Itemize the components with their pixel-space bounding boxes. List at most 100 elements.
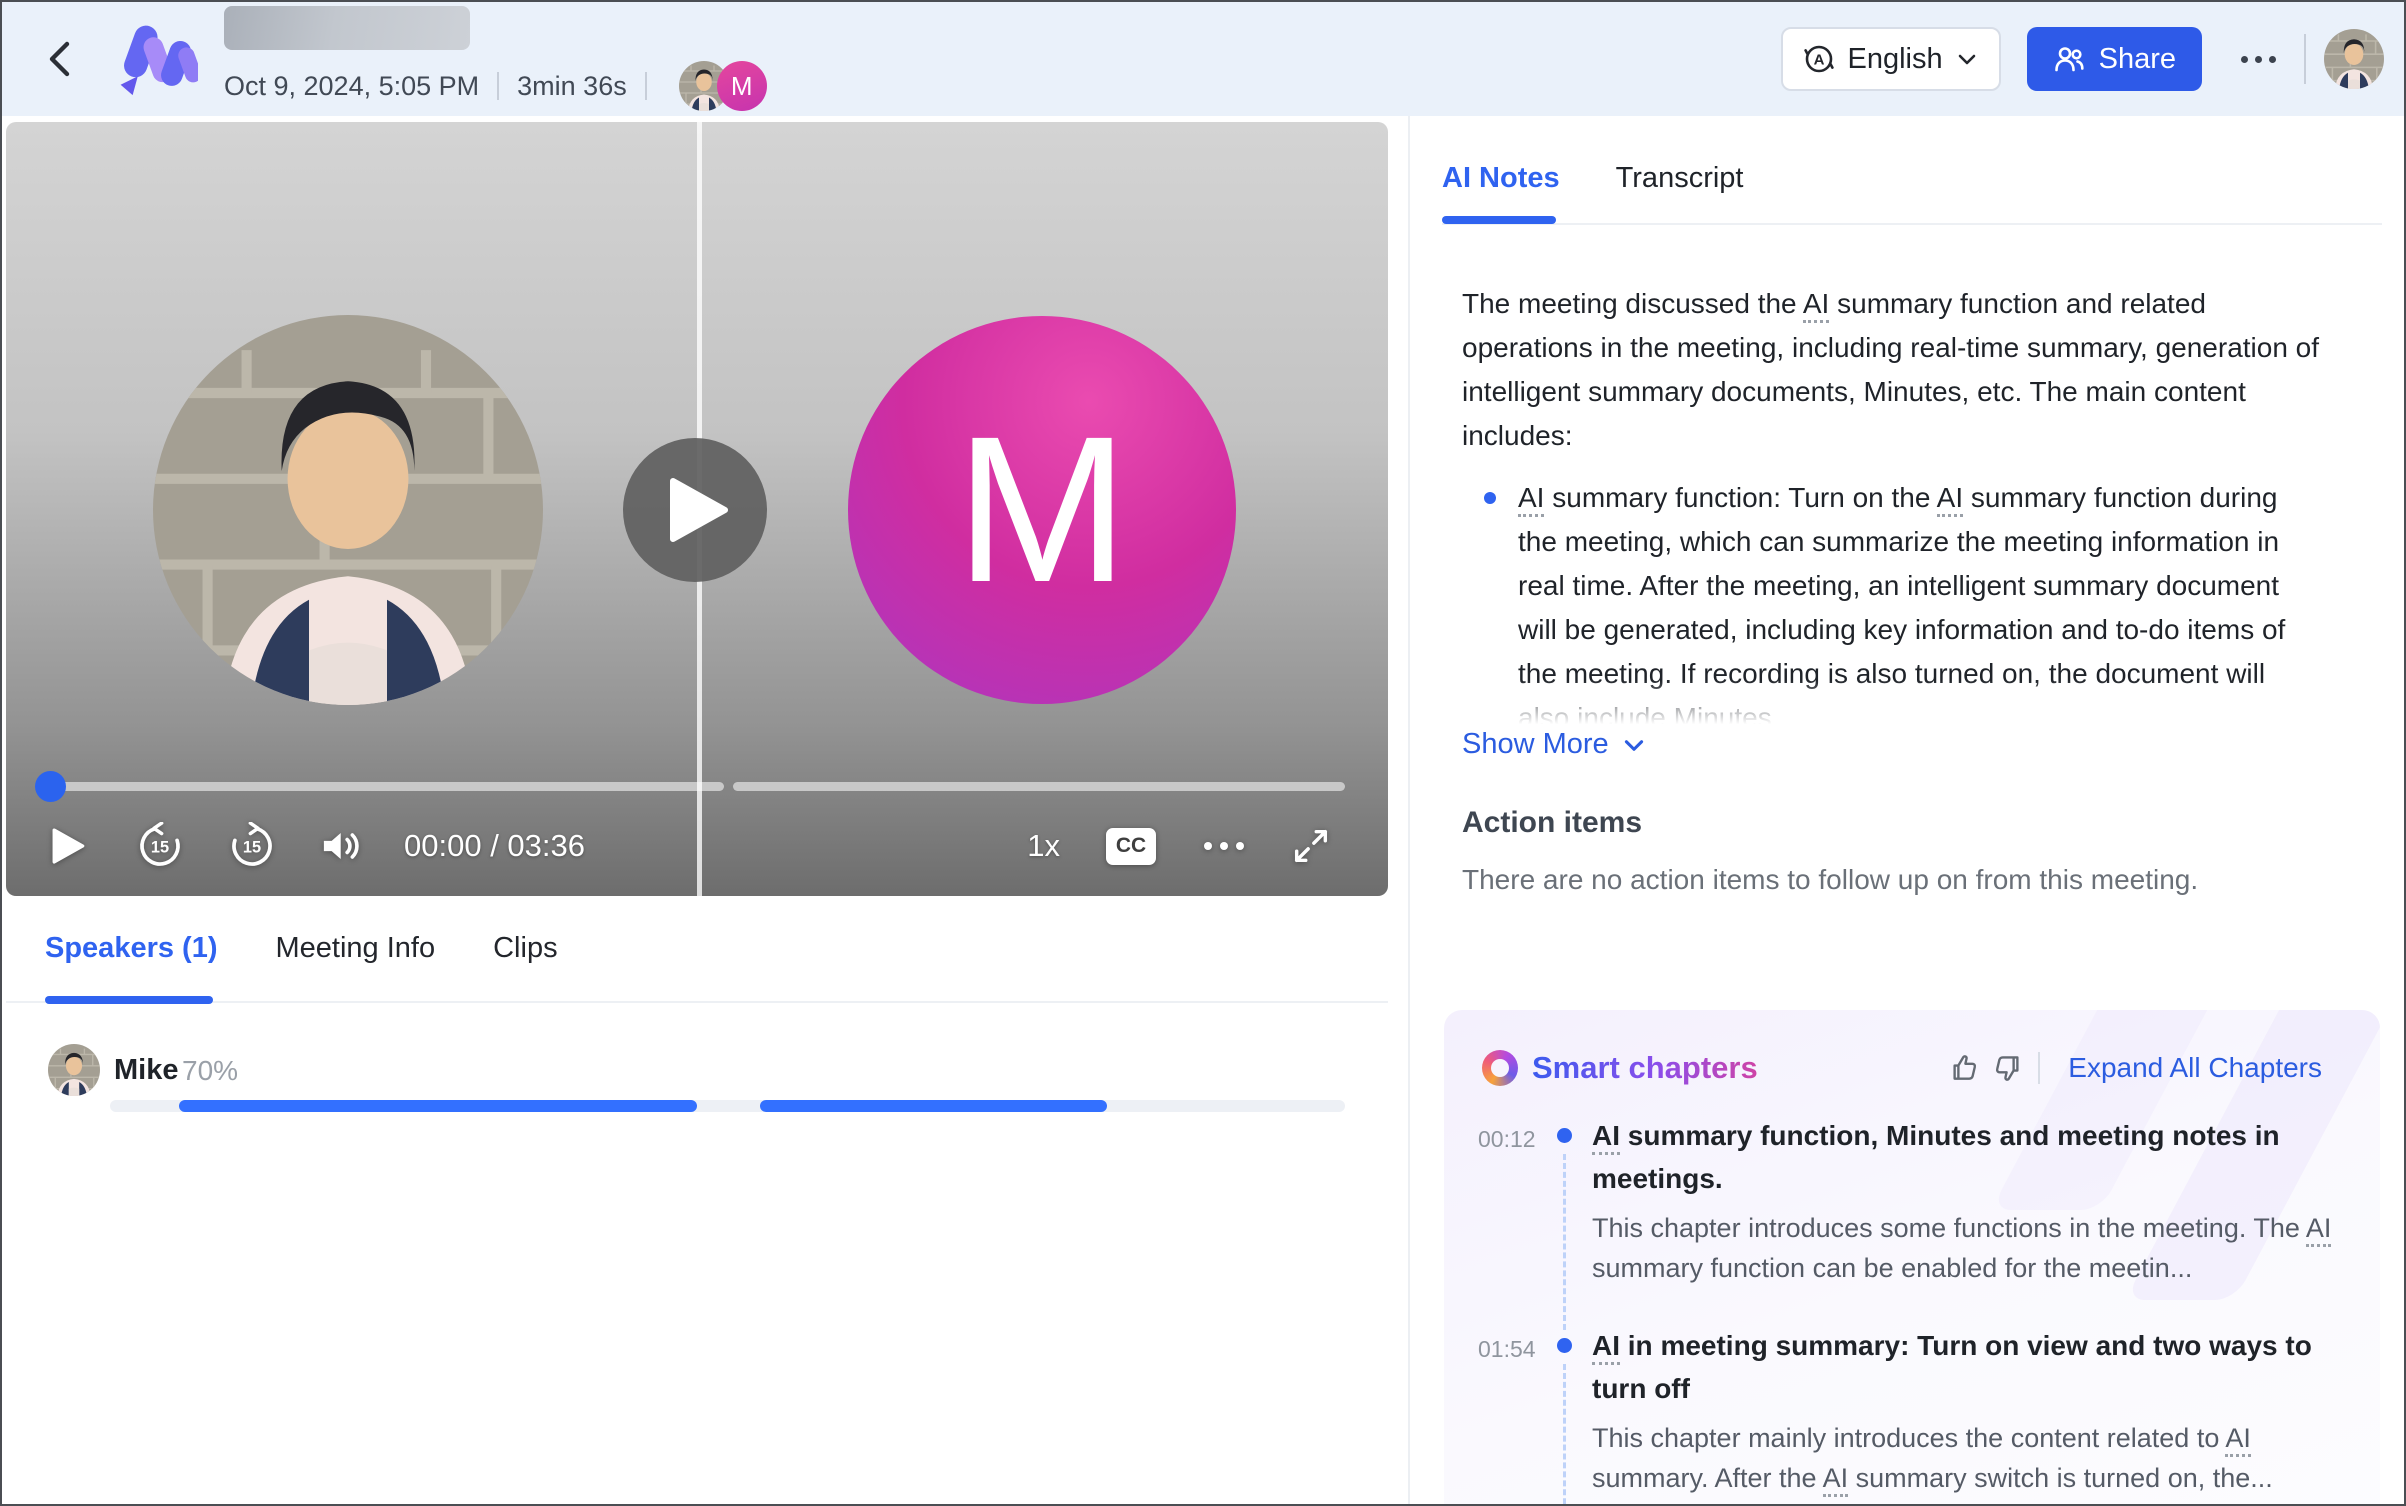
play-overlay-button[interactable] (623, 438, 767, 582)
rewind-15-button[interactable]: 15 (136, 822, 184, 870)
chapter-description: This chapter introduces some functions i… (1592, 1208, 2332, 1288)
chapters-list: 00:12 AI summary function, Minutes and m… (1444, 1114, 2380, 1506)
thumbs-down-button[interactable] (1986, 1048, 2030, 1088)
participant-avatars[interactable]: M (679, 61, 767, 111)
meeting-meta: Oct 9, 2024, 5:05 PM 3min 36s M (224, 60, 767, 112)
tab-clips[interactable]: Clips (493, 932, 557, 965)
top-bar: Oct 9, 2024, 5:05 PM 3min 36s M (2, 2, 2404, 116)
playback-controls: 15 15 00:00 / 03:36 1x CC (6, 814, 1388, 878)
media-tabs: Speakers (1) Meeting Info Clips (6, 932, 1388, 965)
chapter-title: AI in meeting summary: Turn on view and … (1592, 1324, 2332, 1410)
chapter-item[interactable]: 00:12 AI summary function, Minutes and m… (1444, 1114, 2380, 1288)
back-chevron-icon (40, 37, 80, 81)
tab-speakers[interactable]: Speakers (1) (45, 932, 218, 965)
notes-active-tab-underline (1442, 216, 1556, 224)
chapter-time[interactable]: 00:12 (1478, 1114, 1552, 1288)
show-more-label: Show More (1462, 728, 1609, 761)
chapter-body: AI in meeting summary: Turn on view and … (1592, 1324, 2380, 1498)
speaker-avatar[interactable] (48, 1044, 100, 1096)
svg-text:15: 15 (151, 839, 169, 857)
tabs-divider (6, 1001, 1388, 1003)
action-items-title: Action items (1462, 806, 1642, 840)
user-avatar[interactable] (2324, 29, 2384, 89)
chapter-item[interactable]: 01:54 AI in meeting summary: Turn on vie… (1444, 1324, 2380, 1498)
language-button[interactable]: A English (1781, 27, 2000, 91)
speaker-name[interactable]: Mike (114, 1054, 178, 1087)
volume-button[interactable] (320, 826, 364, 866)
chapter-rail (1552, 1114, 1592, 1288)
participant-avatar-initial: M (717, 61, 767, 111)
thumbs-down-icon (1993, 1053, 2023, 1083)
smart-chapters-icon (1482, 1050, 1518, 1086)
header-more-button[interactable] (2228, 29, 2288, 89)
summary-bullet-wrap: AI summary function: Turn on the AI summ… (1518, 476, 2320, 734)
speaker-timeline-bar[interactable] (110, 1100, 1345, 1112)
summary-intro: The meeting discussed the AI summary fun… (1462, 282, 2322, 458)
more-icon (1204, 842, 1212, 850)
speaker-video-circle (153, 315, 543, 705)
chevron-down-icon (1621, 732, 1647, 758)
more-icon (2255, 56, 2262, 63)
translate-icon: A (1803, 43, 1835, 75)
speed-button[interactable]: 1x (1027, 828, 1060, 864)
expand-all-chapters-button[interactable]: Expand All Chapters (2068, 1052, 2322, 1084)
progress-segment (59, 782, 724, 791)
player-more-button[interactable] (1204, 842, 1244, 850)
tab-transcript[interactable]: Transcript (1616, 162, 1744, 195)
action-items-empty-text: There are no action items to follow up o… (1462, 864, 2198, 896)
back-button[interactable] (36, 35, 84, 83)
progress-bar[interactable] (6, 782, 1388, 792)
chapter-dot (1557, 1128, 1572, 1143)
speaker-talk-segment (760, 1100, 1107, 1112)
smart-chapters-title: Smart chapters (1532, 1050, 1758, 1086)
meeting-date: Oct 9, 2024, 5:05 PM (224, 71, 479, 102)
chapter-time[interactable]: 01:54 (1478, 1324, 1552, 1498)
thumbs-up-button[interactable] (1942, 1048, 1986, 1088)
chapter-rail (1552, 1324, 1592, 1498)
participant-initial-circle: M (848, 316, 1236, 704)
more-icon (2269, 56, 2276, 63)
chapter-body: AI summary function, Minutes and meeting… (1592, 1114, 2380, 1288)
meta-divider (497, 72, 499, 100)
tab-ai-notes[interactable]: AI Notes (1442, 162, 1560, 195)
tile-initial-letter: M (955, 406, 1128, 614)
share-people-icon (2053, 43, 2085, 75)
summary-bullet-item: AI summary function: Turn on the AI summ… (1462, 476, 2320, 734)
playhead[interactable] (35, 771, 66, 802)
forward-15-button[interactable]: 15 (228, 822, 276, 870)
share-label: Share (2099, 43, 2176, 76)
actions-divider (2038, 1052, 2040, 1084)
language-label: English (1847, 43, 1942, 76)
tab-meeting-info[interactable]: Meeting Info (276, 932, 436, 965)
fullscreen-expand-icon (1290, 825, 1332, 867)
notes-tabs: AI Notes Transcript (1442, 162, 1743, 195)
speaker-talk-percent: 70% (182, 1055, 238, 1087)
meeting-title-blurred (224, 6, 470, 50)
share-button[interactable]: Share (2027, 27, 2202, 91)
volume-icon (320, 826, 364, 866)
header-divider (2304, 34, 2306, 84)
chapter-title: AI summary function, Minutes and meeting… (1592, 1114, 2332, 1200)
participant-initial-letter: M (731, 71, 753, 102)
text-fade-overlay (1518, 680, 2320, 734)
minutes-app-window: Oct 9, 2024, 5:05 PM 3min 36s M (0, 0, 2406, 1506)
meta-divider (645, 72, 647, 100)
chevron-down-icon (1955, 47, 1979, 71)
video-player: M 15 (6, 122, 1388, 896)
bullet-dot (1484, 492, 1496, 504)
minutes-logo-icon (112, 16, 198, 102)
fullscreen-button[interactable] (1290, 825, 1332, 867)
chapter-dot (1557, 1338, 1572, 1353)
smart-chapters-card: Smart chapters (1444, 1010, 2380, 1506)
active-tab-underline (45, 996, 213, 1004)
play-button[interactable] (52, 827, 86, 865)
show-more-button[interactable]: Show More (1462, 728, 1647, 761)
rewind-15-icon: 15 (136, 822, 184, 870)
play-icon (669, 477, 731, 543)
meeting-duration: 3min 36s (517, 71, 627, 102)
play-icon (52, 827, 86, 865)
captions-button[interactable]: CC (1106, 828, 1156, 865)
more-icon (2241, 56, 2248, 63)
time-display: 00:00 / 03:36 (404, 828, 585, 864)
cc-label: CC (1116, 834, 1146, 858)
